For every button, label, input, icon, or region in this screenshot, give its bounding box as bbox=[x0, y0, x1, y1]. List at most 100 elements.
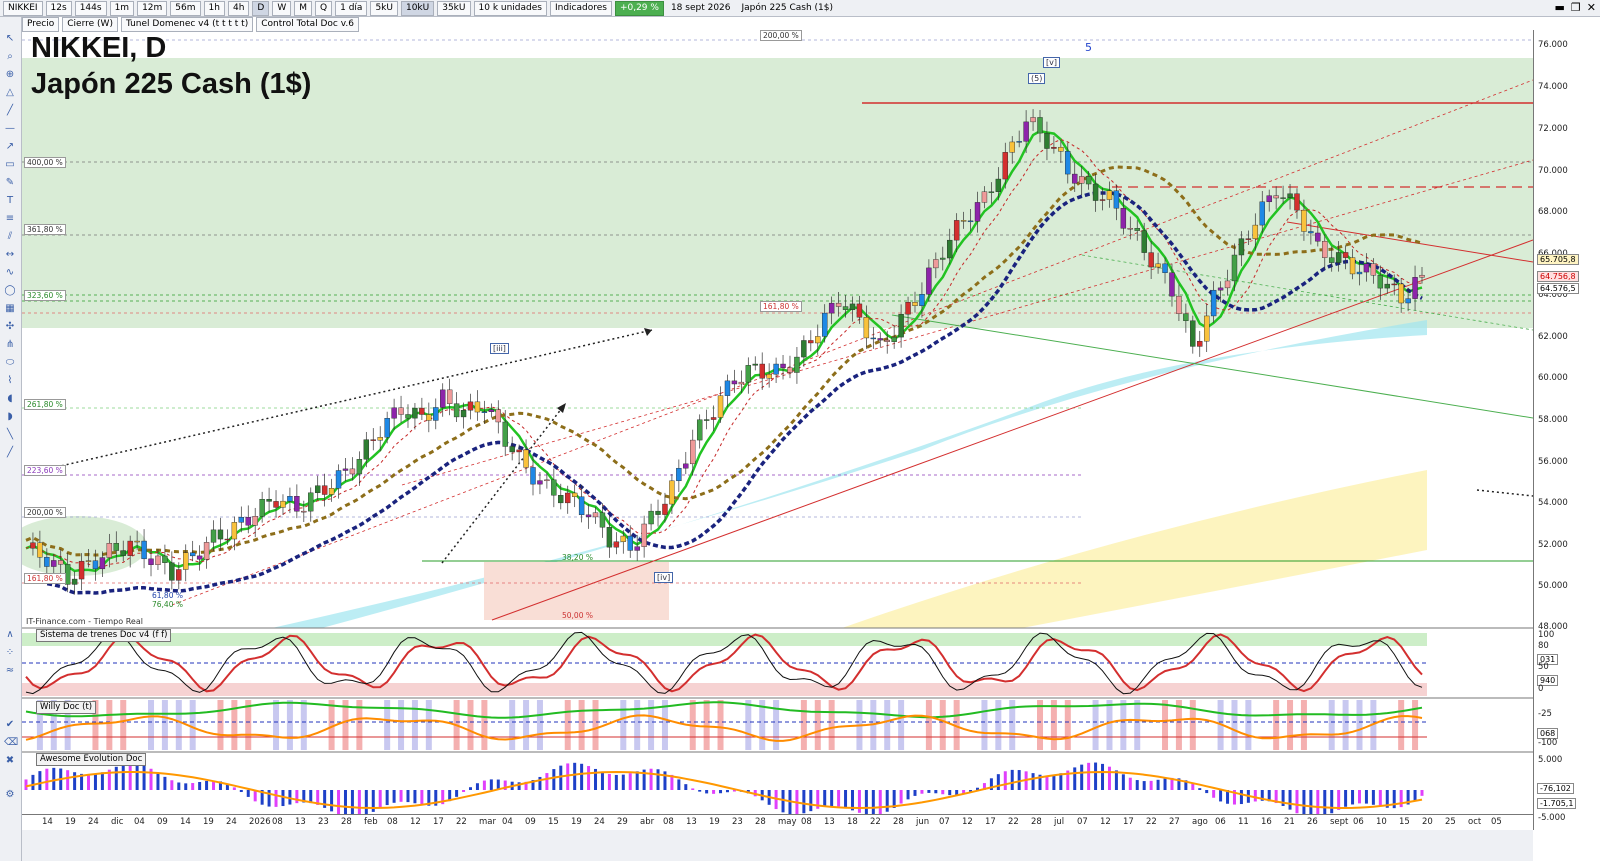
timeframe-144s[interactable]: 144s bbox=[74, 0, 107, 16]
candle bbox=[127, 540, 133, 556]
awesome-bar bbox=[142, 765, 146, 790]
candle bbox=[106, 543, 113, 558]
units-35k[interactable]: 35kU bbox=[437, 0, 471, 16]
awesome-bar bbox=[1073, 767, 1077, 790]
zoom-in-icon[interactable]: ⊕ bbox=[4, 69, 16, 81]
timeframe-56m[interactable]: 56m bbox=[170, 0, 201, 16]
timeframe-12m[interactable]: 12m bbox=[137, 0, 168, 16]
candle bbox=[842, 306, 849, 310]
candle bbox=[169, 562, 175, 581]
timeframe-12s[interactable]: 12s bbox=[45, 0, 72, 16]
color-red-icon[interactable]: ◖ bbox=[4, 393, 16, 405]
text-icon[interactable]: T bbox=[4, 195, 16, 207]
timeframe-1m[interactable]: 1m bbox=[109, 0, 135, 16]
candle bbox=[1412, 277, 1418, 299]
line-red-icon[interactable]: ╱ bbox=[4, 447, 16, 459]
willy-bars bbox=[23, 700, 1419, 750]
fib-label: 76,40 % bbox=[152, 600, 183, 609]
maximize-icon[interactable]: ❐ bbox=[1571, 1, 1581, 14]
willy-bar bbox=[1064, 700, 1071, 750]
eraser-icon[interactable]: ⌫ bbox=[4, 737, 18, 749]
delete-icon[interactable]: ✖ bbox=[4, 755, 16, 767]
color-green-icon[interactable]: ◗ bbox=[4, 411, 16, 423]
candle bbox=[78, 560, 85, 580]
symbol-selector[interactable]: NIKKEI bbox=[3, 0, 43, 16]
pencil-icon[interactable]: ✎ bbox=[4, 177, 16, 189]
date-tick: mar bbox=[479, 817, 496, 827]
awesome-axis: -5.000 bbox=[1538, 813, 1566, 823]
awesome-bar bbox=[343, 790, 347, 814]
wave-tool-icon[interactable]: ≈ bbox=[4, 665, 16, 677]
willy-bar bbox=[1148, 700, 1155, 750]
cycle-icon[interactable]: ◯ bbox=[4, 285, 16, 297]
price-axis[interactable]: 76.000 74.000 72.000 70.000 68.000 66.00… bbox=[1533, 30, 1600, 830]
candle bbox=[696, 419, 703, 441]
check-icon[interactable]: ✔ bbox=[4, 719, 16, 731]
candle bbox=[1335, 252, 1342, 263]
date-tick: 19 bbox=[203, 817, 214, 827]
fibonacci-icon[interactable]: ≡ bbox=[4, 213, 16, 225]
date-tick: 07 bbox=[1077, 817, 1088, 827]
date-axis[interactable]: 14 19 24 dic 04 09 14 19 24 2026 08 13 23 28 feb 08 12 17… bbox=[22, 814, 1533, 831]
arrow-icon[interactable]: ↗ bbox=[4, 141, 16, 153]
ellipse-icon[interactable]: ⬭ bbox=[4, 357, 16, 369]
close-icon[interactable]: ✕ bbox=[1587, 1, 1596, 14]
awesome-bar bbox=[1337, 790, 1341, 810]
candle bbox=[988, 191, 995, 193]
units-select[interactable]: 10 k unidades bbox=[473, 0, 547, 16]
minimize-icon[interactable]: ▬ bbox=[1555, 1, 1565, 14]
polyline-icon[interactable]: ⌇ bbox=[4, 375, 16, 387]
units-10k[interactable]: 10kU bbox=[400, 0, 435, 16]
candle bbox=[203, 542, 210, 560]
candle bbox=[953, 220, 960, 241]
units-5k[interactable]: 5kU bbox=[370, 0, 398, 16]
elliott-icon[interactable]: ∧ bbox=[4, 629, 16, 641]
timeframe-m[interactable]: M bbox=[294, 0, 313, 16]
dots-icon[interactable]: ⁘ bbox=[4, 647, 16, 659]
cursor-icon[interactable]: ↖ bbox=[4, 33, 16, 45]
candle bbox=[1176, 295, 1182, 314]
timeframe-w[interactable]: W bbox=[272, 0, 292, 16]
wave-icon[interactable]: ∿ bbox=[4, 267, 16, 279]
zoom-icon[interactable]: ⌕ bbox=[4, 51, 16, 63]
willy-panel-title[interactable]: Willy Doc (t) bbox=[36, 701, 97, 714]
awesome-bar bbox=[1288, 790, 1292, 810]
pitchfork-icon[interactable]: ⋔ bbox=[4, 339, 16, 351]
horizontal-line-icon[interactable]: — bbox=[4, 123, 16, 135]
timeframe-1h[interactable]: 1h bbox=[203, 0, 225, 16]
period-select[interactable]: 1 día bbox=[335, 0, 368, 16]
willy-bar bbox=[884, 700, 891, 750]
awesome-bar bbox=[170, 780, 174, 790]
awesome-panel-title[interactable]: Awesome Evolution Doc bbox=[36, 753, 147, 766]
trendline-icon[interactable]: ╱ bbox=[4, 105, 16, 117]
price-chart[interactable] bbox=[22, 30, 1533, 814]
timeframe-d[interactable]: D bbox=[252, 0, 270, 16]
rectangle-icon[interactable]: ▭ bbox=[4, 159, 16, 171]
timeframe-q[interactable]: Q bbox=[315, 0, 333, 16]
ruler-icon[interactable]: ▦ bbox=[4, 303, 16, 315]
channel-icon[interactable]: ⫽ bbox=[4, 231, 16, 243]
timeframe-4h[interactable]: 4h bbox=[227, 0, 250, 16]
settings-icon[interactable]: ⚙ bbox=[4, 789, 16, 801]
candle bbox=[1051, 146, 1057, 149]
candle bbox=[155, 555, 161, 565]
measure-icon[interactable]: ↔ bbox=[4, 249, 16, 261]
status-footer bbox=[22, 830, 1533, 861]
candle bbox=[599, 512, 606, 528]
candle bbox=[266, 499, 272, 502]
alert-icon[interactable]: △ bbox=[4, 87, 16, 99]
candle bbox=[1078, 176, 1085, 184]
line-green-icon[interactable]: ╲ bbox=[4, 429, 16, 441]
date-tick: 14 bbox=[42, 817, 53, 827]
willy-bar bbox=[523, 700, 530, 750]
awesome-bar bbox=[663, 771, 667, 790]
awesome-bar bbox=[1003, 771, 1007, 790]
trenes-panel-title[interactable]: Sistema de trenes Doc v4 (f f) bbox=[36, 629, 172, 642]
wave-label: [v] bbox=[1043, 57, 1060, 68]
awesome-bar bbox=[635, 771, 639, 790]
candle bbox=[884, 339, 890, 342]
gann-icon[interactable]: ✣ bbox=[4, 321, 16, 333]
indicators-button[interactable]: Indicadores bbox=[549, 0, 612, 16]
candle bbox=[224, 538, 231, 541]
candle bbox=[419, 407, 425, 415]
